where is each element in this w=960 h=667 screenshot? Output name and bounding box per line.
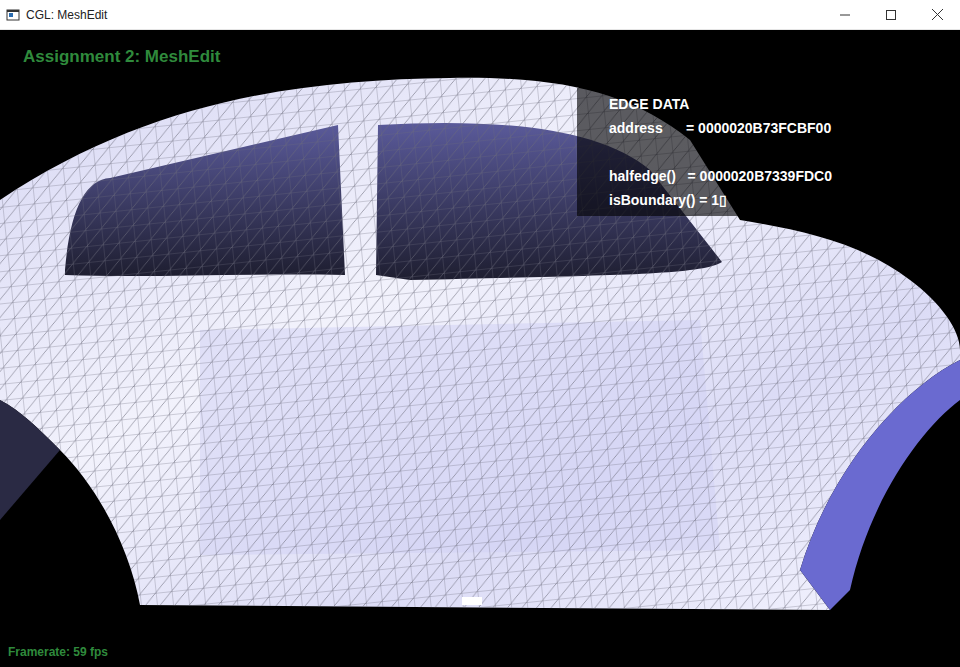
maximize-icon (886, 10, 896, 20)
edge-data-line (609, 140, 832, 164)
app-window: CGL: MeshEdit Assignment 2: MeshEdit EDGE … (0, 0, 960, 667)
edge-data-line: halfedge() = 0000020B7339FDC0 (609, 164, 832, 188)
edge-data-panel: EDGE DATAaddress = 0000020B73FCBF00 halfe… (577, 88, 842, 216)
close-button[interactable] (914, 0, 960, 29)
close-icon (932, 9, 943, 20)
window-title: CGL: MeshEdit (26, 6, 107, 24)
viewport[interactable]: Assignment 2: MeshEdit EDGE DATAaddress =… (0, 30, 960, 667)
app-icon (6, 8, 20, 22)
viewport-heading: Assignment 2: MeshEdit (23, 44, 220, 70)
maximize-button[interactable] (868, 0, 914, 29)
edge-data-line: address = 0000020B73FCBF00 (609, 116, 832, 140)
edge-data-line: isBoundary() = 1▯ (609, 188, 832, 212)
minimize-button[interactable] (822, 0, 868, 29)
edge-data-line: EDGE DATA (609, 92, 832, 116)
minimize-icon (840, 10, 850, 20)
title-bar: CGL: MeshEdit (0, 0, 960, 30)
framerate-label: Framerate: 59 fps (8, 643, 108, 661)
